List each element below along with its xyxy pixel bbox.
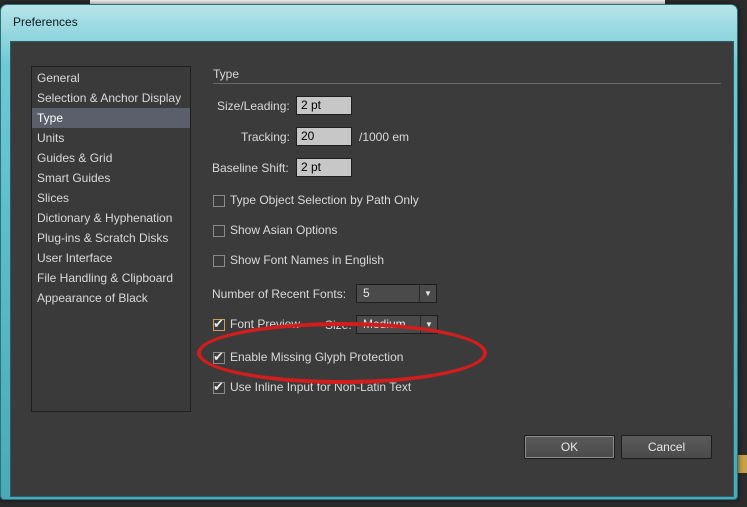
dialog-client-area: General Selection & Anchor Display Type …	[10, 41, 734, 497]
cancel-button[interactable]: Cancel	[621, 435, 712, 459]
check-icon: ✔	[213, 316, 224, 331]
font-preview-checkbox[interactable]: ✔	[213, 316, 225, 331]
baseline-shift-label: Baseline Shift:	[212, 161, 289, 175]
missing-glyph-checkbox[interactable]: ✔	[213, 349, 225, 364]
category-item-type[interactable]: Type	[32, 108, 190, 128]
font-preview-label: Font Preview	[230, 317, 301, 331]
recent-fonts-label: Number of Recent Fonts:	[212, 287, 347, 301]
chevron-down-icon: ▼	[420, 316, 437, 333]
category-item-selection-anchor[interactable]: Selection & Anchor Display	[32, 88, 190, 108]
baseline-shift-input[interactable]: 2 pt	[296, 158, 352, 177]
category-item-general[interactable]: General	[32, 68, 190, 88]
dialog-title: Preferences	[13, 15, 78, 29]
category-item-plugins[interactable]: Plug-ins & Scratch Disks	[32, 228, 190, 248]
category-item-smart-guides[interactable]: Smart Guides	[32, 168, 190, 188]
category-item-file-handling[interactable]: File Handling & Clipboard	[32, 268, 190, 288]
show-asian-options-checkbox[interactable]	[213, 225, 225, 237]
inline-input-label: Use Inline Input for Non-Latin Text	[230, 380, 412, 394]
font-preview-size-label: Size:	[325, 318, 352, 332]
tracking-label: Tracking:	[241, 130, 290, 144]
inline-input-checkbox[interactable]: ✔	[213, 379, 225, 394]
tracking-unit-label: /1000 em	[359, 130, 410, 144]
show-asian-options-label: Show Asian Options	[230, 223, 338, 237]
category-item-units[interactable]: Units	[32, 128, 190, 148]
recent-fonts-value: 5	[363, 286, 370, 300]
category-list: General Selection & Anchor Display Type …	[31, 66, 191, 412]
section-title: Type	[213, 67, 240, 81]
ok-button[interactable]: OK	[524, 435, 615, 459]
category-item-user-interface[interactable]: User Interface	[32, 248, 190, 268]
category-item-appearance-black[interactable]: Appearance of Black	[32, 288, 190, 308]
section-divider	[213, 83, 721, 84]
show-font-names-english-label: Show Font Names in English	[230, 253, 385, 267]
size-leading-input[interactable]: 2 pt	[296, 96, 352, 115]
tracking-input[interactable]: 20	[296, 127, 352, 146]
recent-fonts-dropdown[interactable]: 5 ▼	[356, 284, 437, 303]
chevron-down-icon: ▼	[419, 285, 436, 302]
category-item-guides-grid[interactable]: Guides & Grid	[32, 148, 190, 168]
type-object-selection-checkbox[interactable]	[213, 195, 225, 207]
background-accent	[738, 455, 747, 473]
check-icon: ✔	[213, 349, 224, 364]
category-item-slices[interactable]: Slices	[32, 188, 190, 208]
font-preview-size-dropdown[interactable]: Medium ▼	[356, 315, 438, 334]
size-leading-label: Size/Leading:	[217, 99, 290, 113]
missing-glyph-label: Enable Missing Glyph Protection	[230, 350, 404, 364]
preferences-dialog: Preferences General Selection & Anchor D…	[0, 4, 738, 500]
category-item-dictionary[interactable]: Dictionary & Hyphenation	[32, 208, 190, 228]
check-icon: ✔	[213, 379, 224, 394]
show-font-names-english-checkbox[interactable]	[213, 255, 225, 267]
font-preview-size-value: Medium	[363, 317, 406, 331]
type-object-selection-label: Type Object Selection by Path Only	[230, 193, 419, 207]
